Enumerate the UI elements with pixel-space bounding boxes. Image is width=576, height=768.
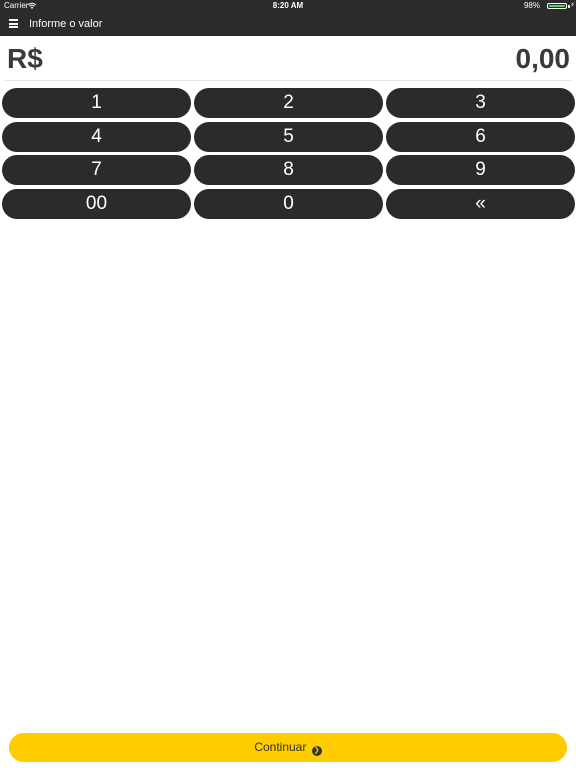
backspace-key[interactable]: « [386,189,575,220]
continue-label: Continuar [254,740,307,754]
amount-display: R$ 0,00 [0,36,576,80]
key-5[interactable]: 5 [194,121,383,152]
key-00[interactable]: 00 [2,189,191,220]
battery-icon [547,3,567,9]
key-0[interactable]: 0 [194,189,383,220]
key-6[interactable]: 6 [386,121,575,152]
key-4[interactable]: 4 [2,121,191,152]
currency-symbol: R$ [7,43,43,74]
key-7[interactable]: 7 [2,155,191,186]
hamburger-menu-icon[interactable] [9,19,18,28]
top-bar: Carrier 8:20 AM 98% ⚡ Informe o valor [0,0,576,36]
battery-fill [549,5,565,7]
key-1[interactable]: 1 [2,88,191,118]
status-time: 8:20 AM [272,1,304,10]
page-title: Informe o valor [29,18,103,30]
status-bar: Carrier 8:20 AM 98% ⚡ [0,0,576,12]
key-8[interactable]: 8 [194,155,383,186]
charging-icon: ⚡ [570,2,575,9]
numeric-keypad: 1 2 3 4 5 6 7 8 9 00 0 « [2,88,575,220]
divider [5,80,571,81]
navigation-bar: Informe o valor [0,12,576,36]
key-9[interactable]: 9 [386,155,575,186]
key-2[interactable]: 2 [194,88,383,118]
battery-percent: 98% [523,1,540,10]
key-3[interactable]: 3 [386,88,575,118]
amount-value: 0,00 [515,43,571,74]
chevron-circle-right-icon: ❯ [311,746,322,756]
continue-button[interactable]: Continuar ❯ [9,733,567,762]
